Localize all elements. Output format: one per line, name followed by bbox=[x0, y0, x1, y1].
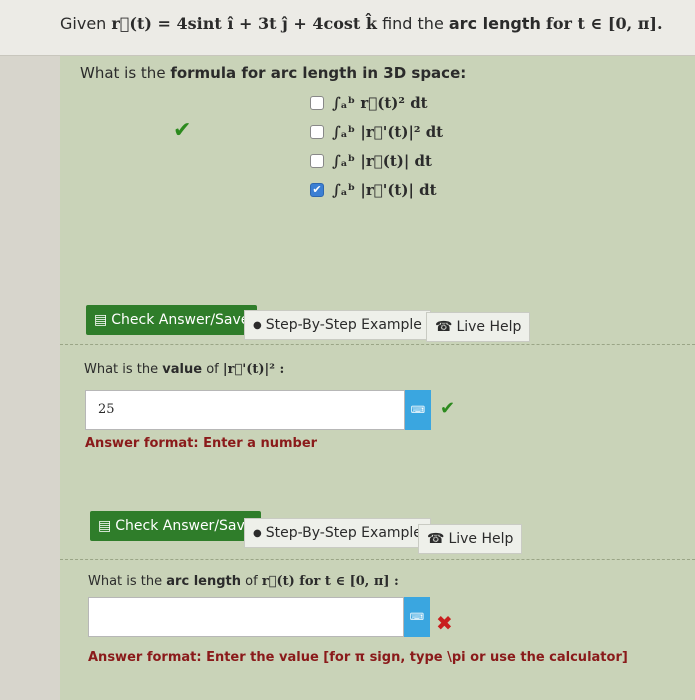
find-label: find the bbox=[382, 14, 444, 33]
check-answer-label: Check Answer/Save bbox=[115, 518, 254, 534]
option-2[interactable]: ∫ₐᵇ |r⃗'(t)|² dt bbox=[310, 117, 443, 146]
checkbox-checked-icon[interactable]: ✔ bbox=[310, 182, 324, 197]
info-icon: ● bbox=[253, 527, 262, 539]
option-3[interactable]: ∫ₐᵇ |r⃗(t)| dt bbox=[310, 146, 443, 175]
range-label: for t ∈ [0, π]. bbox=[545, 14, 663, 33]
step-by-step-label: Step-By-Step Example bbox=[265, 317, 422, 333]
phone-icon: ☎ bbox=[435, 319, 453, 335]
checkbox-icon[interactable] bbox=[310, 124, 324, 139]
problem-header: Given r⃗(t) = 4sint î + 3t ĵ + 4cost k̂ … bbox=[0, 0, 695, 56]
live-help-label: Live Help bbox=[448, 531, 514, 547]
q3-bold: arc length bbox=[166, 574, 241, 589]
correct-check-icon: ✔ bbox=[173, 118, 192, 143]
q2-of: of bbox=[206, 362, 219, 377]
info-icon: ● bbox=[253, 319, 262, 331]
live-help-label: Live Help bbox=[456, 319, 522, 335]
phone-icon: ☎ bbox=[427, 531, 445, 547]
q1-prefix: What is the bbox=[80, 64, 166, 82]
q2-bold: value bbox=[162, 362, 203, 377]
checkbox-icon[interactable] bbox=[310, 95, 324, 110]
question-3-title: What is the arc length of r⃗(t) for t ∈ … bbox=[88, 574, 399, 589]
answer-format-3: Answer format: Enter the value [for π si… bbox=[88, 650, 628, 665]
check-answer-label: Check Answer/Save bbox=[111, 312, 250, 328]
live-help-button-1[interactable]: ☎ Live Help bbox=[426, 312, 531, 342]
check-answer-button-1[interactable]: ▤ Check Answer/Save bbox=[86, 305, 258, 335]
correct-check-icon: ✔ bbox=[440, 398, 456, 419]
calculator-keyboard-button-1[interactable]: ⌨ bbox=[405, 390, 431, 430]
option-2-label: ∫ₐᵇ |r⃗'(t)|² dt bbox=[332, 122, 444, 141]
calculator-keyboard-button-2[interactable]: ⌨ bbox=[404, 597, 430, 637]
checkbox-icon[interactable] bbox=[310, 153, 324, 168]
save-icon: ▤ bbox=[94, 312, 108, 328]
option-4[interactable]: ✔ ∫ₐᵇ |r⃗'(t)| dt bbox=[310, 175, 443, 204]
question-1-title: What is the formula for arc length in 3D… bbox=[80, 64, 466, 82]
check-answer-button-2[interactable]: ▤ Check Answer/Save bbox=[90, 511, 262, 541]
option-1[interactable]: ∫ₐᵇ r⃗(t)² dt bbox=[310, 88, 443, 117]
option-3-label: ∫ₐᵇ |r⃗(t)| dt bbox=[332, 151, 432, 170]
q3-of: of bbox=[245, 574, 258, 589]
step-by-step-button-2[interactable]: ● Step-By-Step Example bbox=[244, 518, 431, 548]
divider bbox=[60, 344, 695, 345]
answer-format-2: Answer format: Enter a number bbox=[85, 436, 318, 451]
incorrect-x-icon: ✖ bbox=[436, 611, 453, 635]
save-icon: ▤ bbox=[98, 518, 112, 534]
q3-expr: r⃗(t) for t ∈ [0, π] : bbox=[261, 574, 399, 589]
q2-expr: |r⃗'(t)|² : bbox=[222, 362, 285, 377]
live-help-button-2[interactable]: ☎ Live Help bbox=[418, 524, 523, 554]
divider bbox=[60, 559, 695, 560]
formula-options: ∫ₐᵇ r⃗(t)² dt ∫ₐᵇ |r⃗'(t)|² dt ∫ₐᵇ |r⃗(t… bbox=[310, 88, 443, 204]
q2-prefix: What is the bbox=[84, 362, 159, 377]
step-by-step-button-1[interactable]: ● Step-By-Step Example bbox=[244, 310, 431, 340]
option-4-label: ∫ₐᵇ |r⃗'(t)| dt bbox=[332, 180, 437, 199]
vector-function: r⃗(t) = 4sint î + 3t ĵ + 4cost k̂ bbox=[111, 14, 377, 33]
keyboard-icon: ⌨ bbox=[410, 404, 426, 416]
given-label: Given bbox=[60, 14, 107, 33]
keyboard-icon: ⌨ bbox=[409, 611, 425, 623]
step-by-step-label: Step-By-Step Example bbox=[265, 525, 422, 541]
value-answer-field[interactable]: 25 bbox=[85, 390, 405, 430]
arc-length-label: arc length bbox=[448, 14, 541, 33]
q1-bold: formula for arc length in 3D space: bbox=[170, 64, 467, 82]
arc-length-answer-field[interactable] bbox=[88, 597, 404, 637]
q3-prefix: What is the bbox=[88, 574, 163, 589]
option-1-label: ∫ₐᵇ r⃗(t)² dt bbox=[332, 93, 428, 112]
question-2-title: What is the value of |r⃗'(t)|² : bbox=[84, 362, 284, 377]
